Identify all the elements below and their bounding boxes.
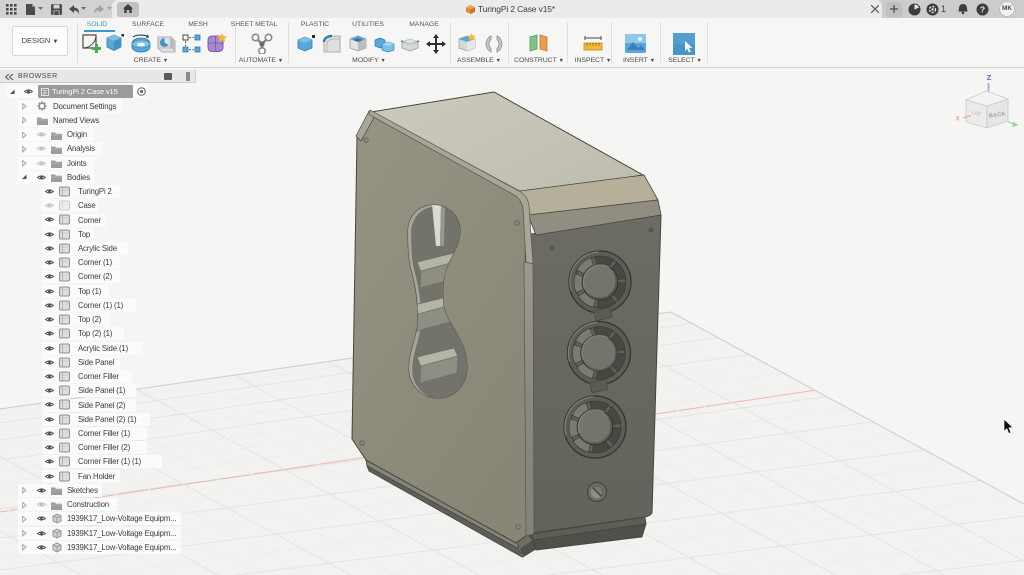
svg-text:X: X [955,116,960,123]
svg-text:Z: Z [987,73,992,82]
svg-text:?: ? [980,4,985,14]
